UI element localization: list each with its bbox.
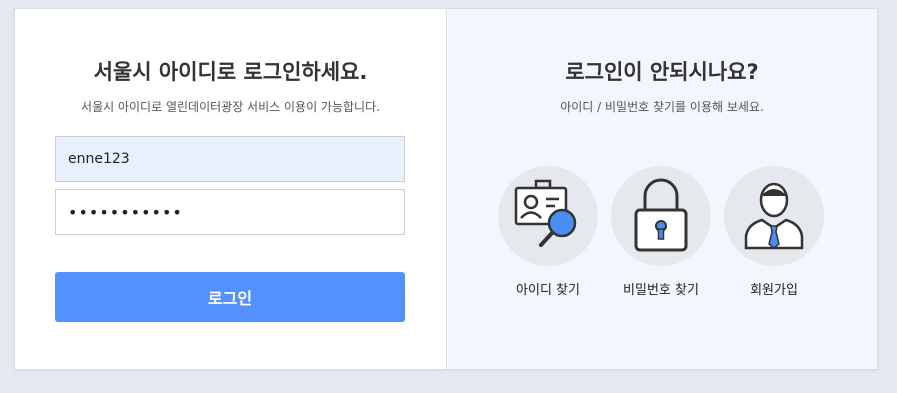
login-button[interactable]: 로그인	[55, 272, 405, 322]
find-password-label: 비밀번호 찾기	[623, 283, 699, 298]
find-id-link[interactable]: 아이디 찾기	[493, 166, 603, 298]
login-title: 서울시 아이디로 로그인하세요.	[93, 60, 368, 84]
find-password-link[interactable]: 비밀번호 찾기	[606, 166, 716, 298]
user-person-icon	[742, 178, 806, 254]
login-card: 서울시 아이디로 로그인하세요. 서울시 아이디로 열린데이터광장 서비스 이용…	[14, 8, 878, 370]
id-input[interactable]	[55, 136, 405, 182]
signup-link[interactable]: 회원가입	[719, 166, 829, 298]
find-password-circle	[611, 166, 711, 266]
find-id-circle	[498, 166, 598, 266]
padlock-icon	[631, 176, 691, 256]
login-subtitle: 서울시 아이디로 열린데이터광장 서비스 이용이 가능합니다.	[81, 100, 380, 114]
id-card-search-icon	[513, 179, 583, 253]
password-input[interactable]	[55, 189, 405, 235]
signup-label: 회원가입	[750, 283, 798, 298]
login-panel: 서울시 아이디로 로그인하세요. 서울시 아이디로 열린데이터광장 서비스 이용…	[15, 9, 447, 369]
help-subtitle: 아이디 / 비밀번호 찾기를 이용해 보세요.	[560, 100, 764, 114]
signup-circle	[724, 166, 824, 266]
help-title: 로그인이 안되시나요?	[565, 60, 759, 84]
help-panel: 로그인이 안되시나요? 아이디 / 비밀번호 찾기를 이용해 보세요. 아이디 …	[447, 9, 877, 369]
find-id-label: 아이디 찾기	[516, 283, 580, 298]
